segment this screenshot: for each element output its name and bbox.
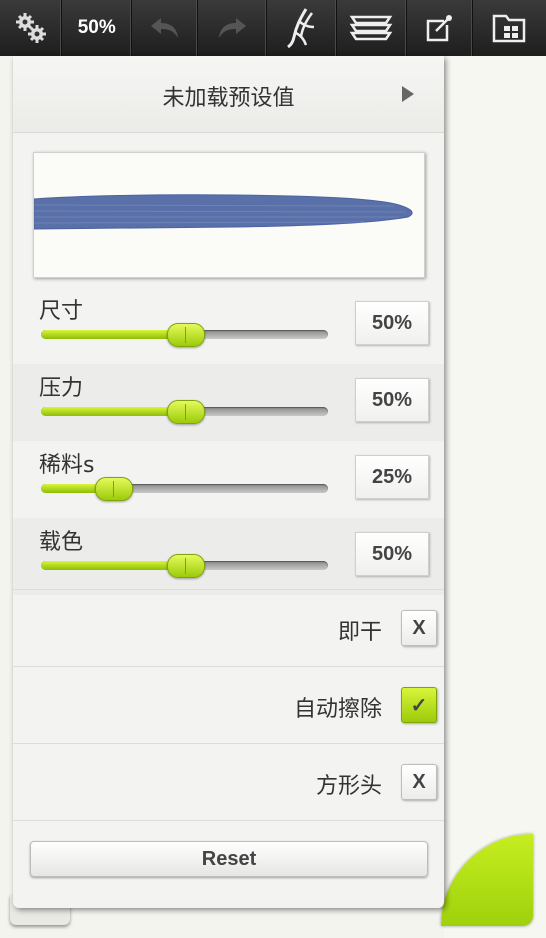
square-tip-checkbox[interactable]: X [401, 764, 437, 800]
pressure-slider-row: 压力 50% [13, 364, 444, 441]
loading-label: 载色 [39, 530, 84, 555]
brush-stroke-preview [33, 152, 425, 278]
brush-icon [287, 8, 315, 49]
share-icon [427, 15, 453, 42]
redo-icon [219, 18, 247, 38]
slider-thumb[interactable] [166, 554, 205, 578]
layers-button[interactable] [337, 0, 407, 56]
auto-erase-option-row: 自动擦除 ✓ [13, 666, 444, 744]
brush-button[interactable] [267, 0, 337, 56]
pressure-slider[interactable] [41, 400, 328, 424]
gallery-icon [493, 14, 526, 43]
loading-value[interactable]: 50% [355, 532, 429, 576]
slider-fill [41, 561, 185, 570]
slider-thumb[interactable] [166, 323, 205, 347]
size-label: 尺寸 [39, 299, 84, 324]
gallery-button[interactable] [473, 0, 546, 56]
thinner-value[interactable]: 25% [355, 455, 429, 499]
loading-slider-row: 载色 50% [13, 518, 444, 595]
undo-icon [150, 18, 178, 38]
slider-thumb[interactable] [94, 477, 133, 501]
zoom-button[interactable]: 50% [62, 0, 133, 56]
redo-button[interactable] [198, 0, 267, 56]
drawing-canvas[interactable] [444, 56, 546, 938]
thinner-slider[interactable] [41, 477, 328, 501]
dry-label: 即干 [337, 620, 382, 645]
size-slider-row: 尺寸 50% [13, 287, 444, 364]
square-tip-option-row: 方形头 X [13, 743, 444, 821]
reset-row: Reset [13, 820, 444, 908]
slider-fill [41, 407, 185, 416]
loading-slider[interactable] [41, 554, 328, 578]
pressure-value[interactable]: 50% [355, 378, 429, 422]
slider-thumb[interactable] [166, 400, 205, 424]
dry-checkbox[interactable]: X [401, 610, 437, 646]
play-arrow-icon [402, 86, 414, 102]
reset-button[interactable]: Reset [30, 841, 428, 877]
preset-selector[interactable]: 未加载预设值 [13, 56, 444, 133]
top-toolbar: 50% [0, 0, 546, 56]
undo-button[interactable] [132, 0, 199, 56]
zoom-level: 50% [77, 17, 116, 38]
square-tip-label: 方形头 [315, 774, 382, 799]
settings-button[interactable] [0, 0, 63, 56]
thinner-slider-row: 稀料s 25% [13, 441, 444, 518]
layers-icon [349, 15, 393, 41]
size-slider[interactable] [41, 323, 328, 347]
preset-label: 未加载预设值 [162, 86, 295, 111]
slider-fill [41, 330, 185, 339]
auto-erase-label: 自动擦除 [293, 697, 382, 722]
settings-gears-icon [15, 13, 46, 43]
brush-settings-panel: 未加载预设值 尺寸 50% 压力 50% 稀料s 25% 载色 50% 即干 X… [13, 56, 444, 908]
share-button[interactable] [407, 0, 473, 56]
size-value[interactable]: 50% [355, 301, 429, 345]
thinner-label: 稀料s [39, 453, 95, 478]
auto-erase-checkbox[interactable]: ✓ [401, 687, 437, 723]
pressure-label: 压力 [39, 376, 84, 401]
dry-option-row: 即干 X [13, 589, 444, 667]
